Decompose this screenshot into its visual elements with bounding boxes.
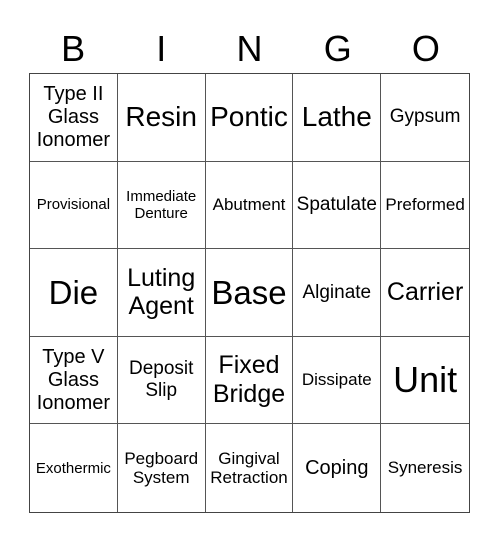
bingo-cell-text: Syneresis — [387, 458, 463, 478]
bingo-cell-text: Dissipate — [301, 370, 372, 390]
bingo-cell-text: Pegboard System — [124, 448, 199, 488]
bingo-cell-text: Base — [211, 273, 287, 311]
bingo-cell-text: Provisional — [36, 196, 111, 214]
bingo-cell[interactable]: Abutment — [205, 161, 294, 250]
bingo-cell-text: Lathe — [301, 101, 372, 133]
bingo-cell-text: Carrier — [386, 278, 464, 307]
bingo-cell-text: Exothermic — [35, 459, 111, 477]
bingo-cell[interactable]: Pegboard System — [118, 424, 206, 512]
bingo-cell[interactable]: Alginate — [293, 249, 382, 337]
bingo-grid: Type II Glass Ionomer Resin Pontic Lathe Gyp… — [29, 73, 470, 513]
bingo-cell[interactable]: Base — [205, 249, 294, 337]
bingo-cell-text: Resin — [125, 101, 197, 133]
bingo-header: B I N G O — [29, 26, 470, 72]
header-letter-n: N — [236, 28, 263, 69]
bingo-cell-text: Immediate Denture — [126, 187, 197, 222]
header-letter-i: I — [156, 28, 167, 69]
header-letter-g: G — [323, 28, 352, 69]
bingo-cell[interactable]: Unit — [381, 337, 469, 425]
bingo-cell-text: Deposit Slip — [128, 358, 194, 402]
bingo-cell[interactable]: Spatulate — [293, 161, 382, 250]
bingo-cell[interactable]: Pontic — [205, 74, 294, 162]
bingo-cell-text: Unit — [393, 359, 458, 401]
bingo-cell-text: Type V Glass Ionomer — [36, 345, 111, 414]
bingo-cell-text: Luting Agent — [127, 263, 196, 321]
header-letter-b: B — [61, 28, 86, 69]
bingo-cell[interactable]: Dissipate — [293, 336, 382, 425]
bingo-cell-text: Alginate — [302, 281, 372, 303]
bingo-cell[interactable]: Type II Glass Ionomer — [30, 74, 118, 162]
bingo-cell[interactable]: Luting Agent — [117, 249, 206, 337]
bingo-cell-text: Fixed Bridge — [212, 351, 286, 409]
bingo-cell[interactable]: Coping — [293, 424, 382, 512]
bingo-cell[interactable]: Gypsum — [381, 74, 469, 162]
bingo-cell-text: Type II Glass Ionomer — [36, 82, 111, 151]
header-letter-o: O — [411, 28, 440, 69]
bingo-cell-text: Abutment — [212, 195, 286, 215]
bingo-cell[interactable]: Syneresis — [381, 424, 469, 512]
bingo-cell[interactable]: Lathe — [293, 74, 382, 162]
bingo-cell-text: Gingival Retraction — [210, 448, 288, 488]
bingo-cell[interactable]: Type V Glass Ionomer — [30, 336, 118, 425]
bingo-cell[interactable]: Immediate Denture — [117, 161, 206, 250]
bingo-cell[interactable]: Deposit Slip — [117, 336, 206, 425]
bingo-cell[interactable]: Carrier — [381, 249, 469, 337]
bingo-cell[interactable]: Resin — [117, 74, 206, 162]
bingo-cell-text: Pontic — [210, 101, 288, 133]
bingo-cell-text: Die — [48, 273, 99, 311]
bingo-cell[interactable]: Preformed — [381, 162, 469, 250]
bingo-cell[interactable]: Gingival Retraction — [206, 424, 294, 512]
bingo-cell-text: Coping — [305, 456, 369, 479]
bingo-cell-text: Gypsum — [389, 106, 461, 128]
bingo-cell-text: Spatulate — [296, 193, 377, 215]
bingo-cell-text: Preformed — [385, 195, 465, 215]
bingo-cell[interactable]: Exothermic — [30, 424, 118, 512]
bingo-cell[interactable]: Provisional — [30, 161, 118, 250]
bingo-cell[interactable]: Fixed Bridge — [205, 336, 294, 425]
bingo-cell[interactable]: Die — [30, 249, 118, 337]
